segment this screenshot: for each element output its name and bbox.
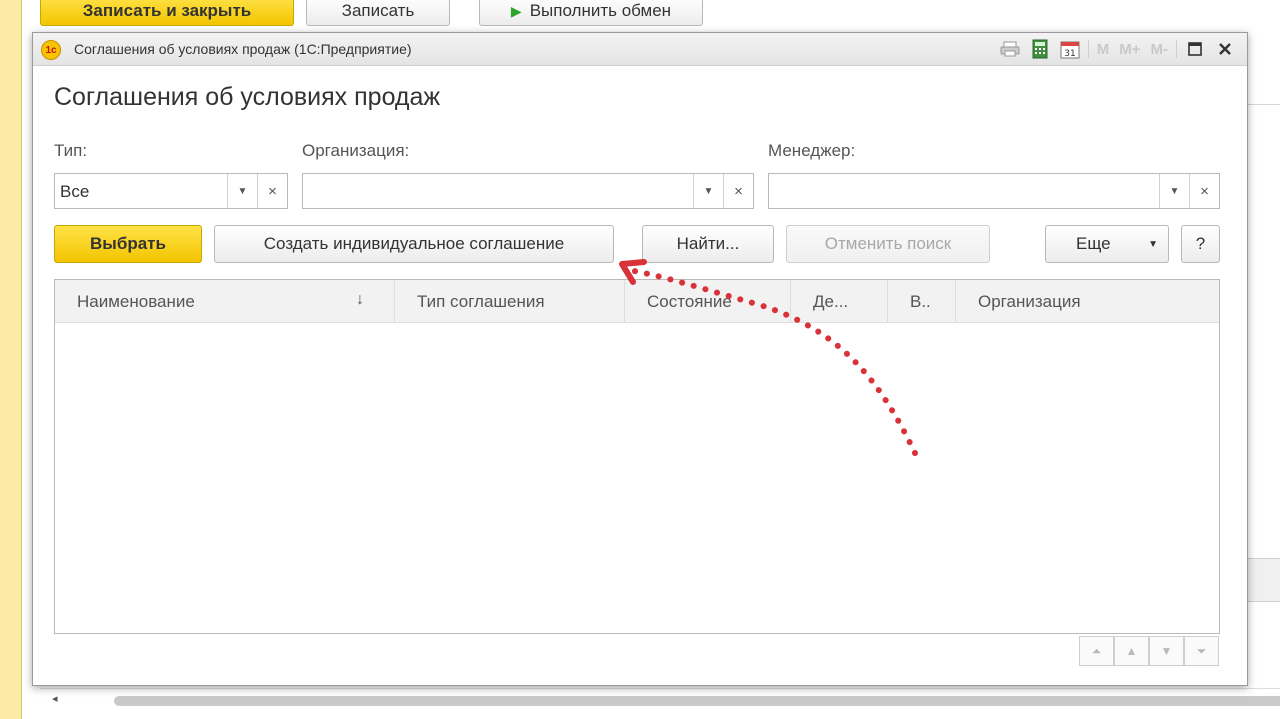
agreements-table[interactable]: Наименование ↓ Тип соглашения Состояние …: [54, 279, 1220, 634]
scroll-to-bottom-icon[interactable]: ⏷: [1184, 636, 1219, 666]
calendar-icon[interactable]: 31: [1058, 38, 1082, 60]
print-icon[interactable]: [998, 38, 1022, 60]
scroll-to-top-icon[interactable]: ⏶: [1079, 636, 1114, 666]
exchange-label: Выполнить обмен: [529, 1, 672, 20]
column-header-currency[interactable]: В..: [888, 280, 956, 323]
clear-icon[interactable]: ×: [257, 174, 287, 208]
help-button[interactable]: ?: [1181, 225, 1220, 263]
organization-filter-field[interactable]: ▼ ×: [302, 173, 754, 209]
select-button[interactable]: Выбрать: [54, 225, 202, 263]
type-filter-label: Тип:: [54, 141, 88, 160]
window-toolbar: 31 M M+ M-: [998, 38, 1237, 60]
toolbar-separator: [1176, 40, 1177, 58]
create-individual-label: Создать индивидуальное соглашение: [263, 234, 565, 253]
close-icon[interactable]: [1213, 38, 1237, 60]
exchange-button[interactable]: ▶ Выполнить обмен: [479, 0, 703, 26]
parent-form-divider: [1248, 104, 1280, 105]
column-header-agreement-type[interactable]: Тип соглашения: [395, 280, 625, 323]
save-button[interactable]: Записать: [306, 0, 450, 26]
scroll-down-icon[interactable]: ▼: [1149, 636, 1184, 666]
column-header-label: Состояние: [647, 291, 732, 311]
chevron-down-icon[interactable]: ▼: [693, 174, 723, 208]
save-label: Записать: [341, 1, 415, 20]
memory-button[interactable]: M: [1095, 38, 1112, 60]
maximize-icon[interactable]: [1183, 38, 1207, 60]
window-titlebar: 1с Соглашения об условиях продаж (1С:Пре…: [33, 33, 1247, 66]
scrollbar-thumb[interactable]: [114, 696, 1280, 706]
parent-form-panel: [1248, 558, 1280, 602]
chevron-down-icon: ▼: [1148, 238, 1158, 250]
create-individual-agreement-button[interactable]: Создать индивидуальное соглашение: [214, 225, 614, 263]
organization-filter-label: Организация:: [302, 141, 410, 160]
clear-icon[interactable]: ×: [1189, 174, 1219, 208]
column-header-name[interactable]: Наименование ↓: [55, 280, 395, 323]
scroll-up-icon[interactable]: ▲: [1114, 636, 1149, 666]
calculator-icon[interactable]: [1028, 38, 1052, 60]
column-header-label: Де...: [813, 291, 849, 311]
scroll-left-icon[interactable]: ◂: [52, 692, 58, 705]
find-button[interactable]: Найти...: [642, 225, 774, 263]
column-header-label: Тип соглашения: [417, 291, 545, 311]
more-label: Еще: [1076, 234, 1111, 253]
cancel-search-button[interactable]: Отменить поиск: [786, 225, 990, 263]
play-icon: ▶: [510, 2, 522, 19]
parent-horizontal-scrollbar[interactable]: ◂: [40, 688, 1280, 710]
column-header-label: Организация: [978, 291, 1081, 311]
manager-filter-label: Менеджер:: [768, 141, 856, 160]
column-header-date[interactable]: Де...: [791, 280, 888, 323]
table-header: Наименование ↓ Тип соглашения Состояние …: [55, 280, 1219, 323]
more-button[interactable]: Еще ▼: [1045, 225, 1169, 263]
column-header-state[interactable]: Состояние: [625, 280, 791, 323]
sort-down-icon: ↓: [356, 291, 364, 308]
save-and-close-label: Записать и закрыть: [82, 1, 252, 20]
clear-icon[interactable]: ×: [723, 174, 753, 208]
cancel-search-label: Отменить поиск: [824, 234, 952, 253]
memory-subtract-button[interactable]: M-: [1149, 38, 1171, 60]
column-header-label: Наименование: [77, 291, 195, 311]
find-label: Найти...: [676, 234, 740, 253]
save-and-close-button[interactable]: Записать и закрыть: [40, 0, 294, 26]
chevron-down-icon[interactable]: ▼: [227, 174, 257, 208]
app-logo-icon: 1с: [41, 40, 61, 60]
type-filter-value: Все: [60, 182, 90, 201]
manager-filter-field[interactable]: ▼ ×: [768, 173, 1220, 209]
calendar-day: 31: [1064, 49, 1075, 59]
toolbar-separator: [1087, 40, 1089, 58]
window-title: Соглашения об условиях продаж (1С:Предпр…: [74, 41, 412, 57]
agreements-window: 1с Соглашения об условиях продаж (1С:Пре…: [32, 32, 1248, 686]
memory-add-button[interactable]: M+: [1117, 38, 1142, 60]
chevron-down-icon[interactable]: ▼: [1159, 174, 1189, 208]
table-navigation: ⏶ ▲ ▼ ⏷: [1079, 636, 1219, 666]
parent-form-side-strip: [0, 0, 22, 719]
help-label: ?: [1195, 234, 1206, 253]
column-header-organization[interactable]: Организация: [956, 280, 1221, 323]
column-header-label: В..: [910, 291, 931, 311]
form-title: Соглашения об условиях продаж: [54, 83, 441, 111]
type-filter-field[interactable]: Все ▼ ×: [54, 173, 288, 209]
select-label: Выбрать: [90, 234, 166, 253]
